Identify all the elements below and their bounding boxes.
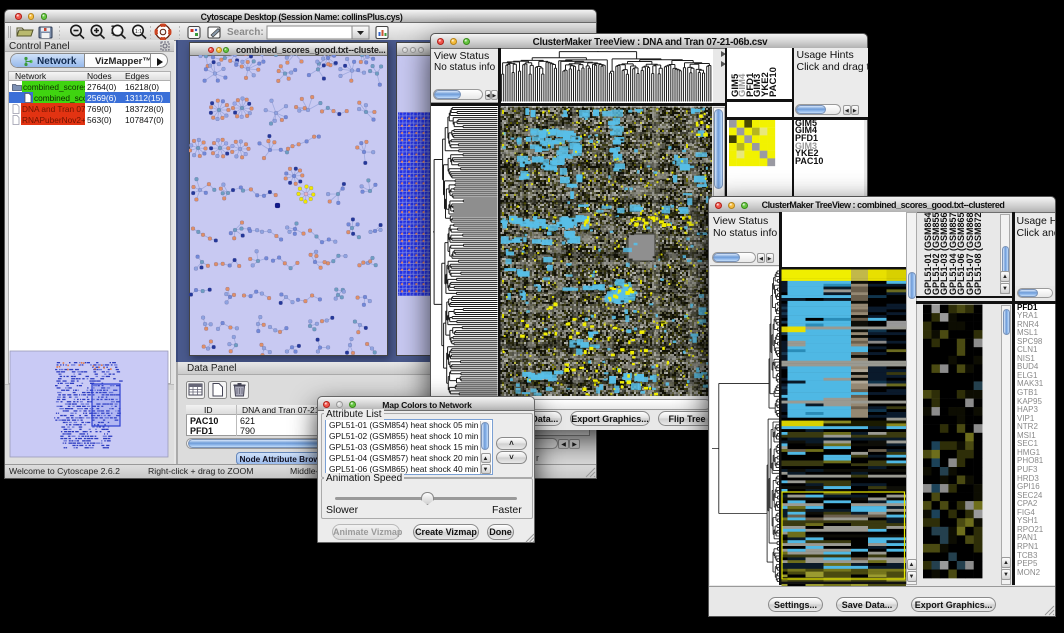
svg-text:1:1: 1:1 (135, 29, 142, 35)
svg-text:Search:: Search: (227, 27, 264, 38)
